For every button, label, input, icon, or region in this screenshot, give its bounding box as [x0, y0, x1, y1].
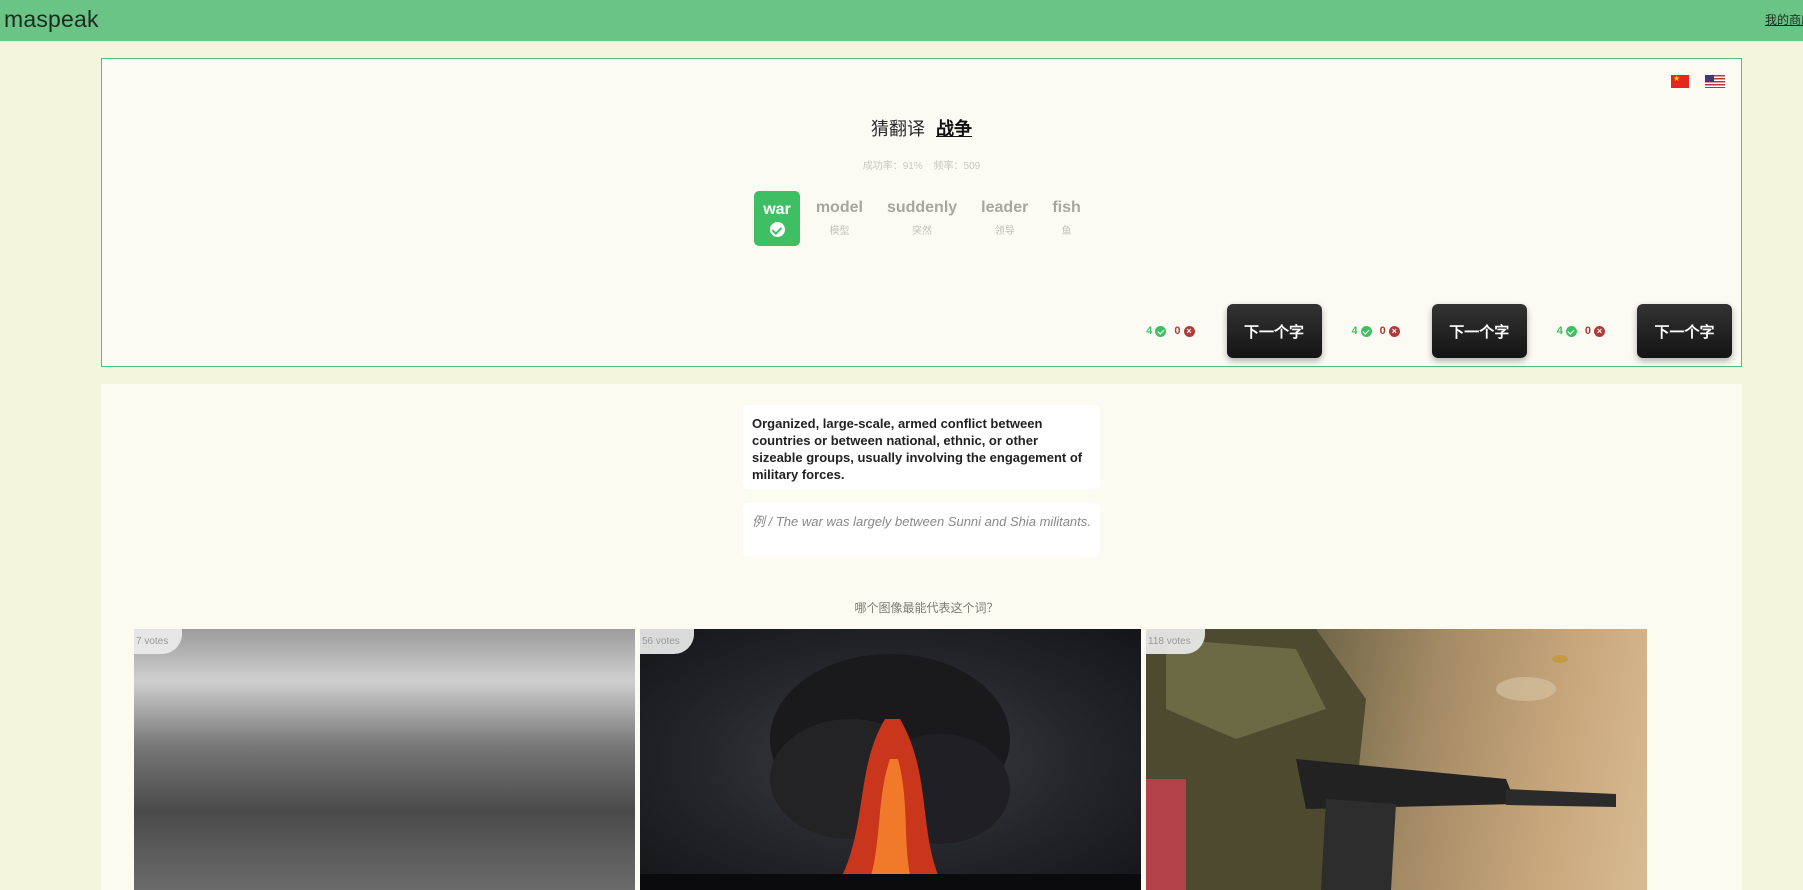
- action-group: 4 0 × 下一个字: [1146, 304, 1351, 358]
- check-icon: [1155, 325, 1167, 337]
- image-question: 哪个图像最能代表这个词？: [854, 601, 999, 615]
- correct-count: 4: [1146, 325, 1167, 337]
- correct-value: 4: [1146, 325, 1153, 337]
- us-flag-icon[interactable]: [1705, 75, 1725, 88]
- option-label: fish: [1052, 199, 1081, 216]
- correct-count: 4: [1352, 325, 1372, 337]
- option-leader[interactable]: leader 领导: [973, 191, 1036, 246]
- wrong-value: 0: [1174, 325, 1181, 337]
- correct-value: 4: [1556, 325, 1563, 337]
- target-word: 战争: [936, 119, 972, 139]
- cross-icon: ×: [1183, 325, 1195, 337]
- action-group: 4 0 × 下一个字: [1352, 304, 1557, 358]
- option-label: leader: [981, 199, 1029, 216]
- quiz-title: 猜翻译 战争: [102, 115, 1741, 141]
- vote-count: 118 votes: [1146, 629, 1205, 654]
- option-translation: 领导: [994, 226, 1015, 237]
- quiz-prompt: 猜翻译: [870, 119, 925, 139]
- check-icon: [769, 222, 785, 237]
- vote-count: 7 votes: [134, 629, 183, 654]
- option-model[interactable]: model 模型: [808, 191, 871, 246]
- top-bar: maspeak 我的商店: [0, 0, 1803, 41]
- wrong-count: 0 ×: [1380, 325, 1400, 337]
- logo[interactable]: maspeak: [4, 6, 99, 33]
- wrong-count: 0 ×: [1174, 325, 1195, 337]
- next-word-button[interactable]: 下一个字: [1637, 304, 1732, 358]
- option-war[interactable]: war: [754, 191, 800, 246]
- success-rate: 成功率：91%: [862, 161, 923, 172]
- correct-count: 4: [1557, 325, 1577, 337]
- china-flag-icon[interactable]: ★: [1671, 74, 1689, 88]
- cross-icon: ×: [1594, 325, 1605, 337]
- option-suddenly[interactable]: suddenly 突然: [879, 191, 965, 246]
- next-word-button[interactable]: 下一个字: [1226, 304, 1322, 358]
- option-translation: 鱼: [1061, 226, 1072, 237]
- word-stats: 成功率：91% 频率：509: [102, 157, 1741, 172]
- soldier-graphic: [1146, 629, 1616, 890]
- action-group: 4 0 × 下一个字: [1557, 304, 1732, 358]
- wrong-count: 0 ×: [1585, 325, 1605, 337]
- check-icon: [1360, 325, 1372, 337]
- option-label: model: [815, 199, 863, 216]
- option-fish[interactable]: fish 鱼: [1044, 191, 1088, 246]
- cross-icon: ×: [1388, 325, 1400, 337]
- answer-options: war model 模型 suddenly 突然 leader 领导 fish …: [102, 191, 1741, 246]
- option-translation: 突然: [912, 226, 933, 237]
- option-label: war: [763, 201, 791, 218]
- option-translation: 模型: [829, 226, 850, 237]
- my-store-link[interactable]: 我的商店: [1765, 11, 1803, 28]
- wrong-value: 0: [1379, 325, 1386, 337]
- next-word-button[interactable]: 下一个字: [1431, 304, 1527, 358]
- wrong-value: 0: [1584, 325, 1591, 337]
- image-choice-explosion[interactable]: 56 votes: [640, 629, 1141, 890]
- example-card: 例 / The war was largely between Sunni an…: [743, 503, 1100, 557]
- word-detail-panel: Organized, large-scale, armed conflict b…: [101, 384, 1742, 890]
- quiz-panel: ★ 猜翻译 战争 成功率：91% 频率：509 war model 模型 sud…: [101, 58, 1742, 367]
- option-label: suddenly: [886, 199, 958, 216]
- definition-card: Organized, large-scale, armed conflict b…: [743, 405, 1100, 489]
- quiz-actions: 4 0 × 下一个字 4 0 × 下一个字 4 0 × 下一个字: [1146, 304, 1732, 358]
- correct-value: 4: [1351, 325, 1358, 337]
- explosion-graphic: [640, 654, 1141, 890]
- image-choice-tanks[interactable]: 7 votes: [134, 629, 635, 890]
- image-choices: 7 votes 56 votes 118 votes: [134, 629, 1647, 890]
- frequency: 频率：509: [933, 161, 981, 172]
- image-choice-soldier[interactable]: 118 votes: [1146, 629, 1647, 890]
- check-icon: [1565, 325, 1577, 337]
